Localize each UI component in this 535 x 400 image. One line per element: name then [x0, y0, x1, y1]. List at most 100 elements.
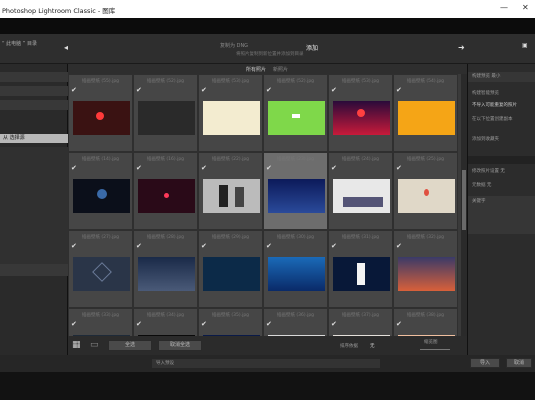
photo-thumbnail — [398, 101, 455, 135]
metadata-row[interactable]: 元数据 无 — [468, 182, 535, 191]
photo-cell[interactable]: 插画壁纸 (28).jpg ✔ — [133, 230, 198, 308]
uncheck-all-button[interactable]: 取消全选 — [158, 340, 202, 351]
build-previews-row[interactable]: 构建预览 最小 — [468, 72, 535, 82]
filmstrip — [0, 372, 535, 400]
panel-row[interactable] — [0, 72, 68, 82]
check-icon[interactable]: ✔ — [201, 320, 207, 328]
dont-import-duplicates-checkbox[interactable]: 不导入可能重复的照片 — [468, 102, 535, 110]
check-icon[interactable]: ✔ — [136, 86, 142, 94]
photo-cell[interactable]: 插画壁纸 (30).jpg ✔ — [263, 230, 328, 308]
photo-cell[interactable]: 插画壁纸 (53).jpg ✔ — [198, 74, 263, 152]
check-icon[interactable]: ✔ — [136, 242, 142, 250]
check-icon[interactable]: ✔ — [71, 242, 77, 250]
check-icon[interactable]: ✔ — [136, 320, 142, 328]
source-path[interactable]: “ 此电脑 ” 目录 — [2, 40, 37, 47]
copy-as-dng-option[interactable]: 复制为 DNG — [220, 42, 248, 49]
minimize-button[interactable]: — — [500, 3, 508, 12]
selected-source-folder[interactable]: 从 选择源 — [0, 134, 68, 143]
photo-cell[interactable]: 插画壁纸 (52).jpg ✔ — [263, 74, 328, 152]
photo-thumbnail — [398, 179, 455, 213]
photo-thumbnail — [333, 179, 390, 213]
panel-row[interactable] — [0, 100, 68, 110]
check-icon[interactable]: ✔ — [71, 320, 77, 328]
photo-cell[interactable]: 插画壁纸 (14).jpg ✔ — [68, 152, 133, 230]
menu-bar — [0, 18, 535, 34]
tab-all-photos[interactable]: 所有照片 — [246, 66, 266, 73]
check-icon[interactable]: ✔ — [331, 242, 337, 250]
check-icon[interactable]: ✔ — [331, 86, 337, 94]
photo-thumbnail — [333, 257, 390, 291]
check-icon[interactable]: ✔ — [266, 86, 272, 94]
import-action-subtitle: 将照片复制到新位置并添加到目录 — [236, 52, 304, 57]
photo-cell[interactable]: 插画壁纸 (31).jpg ✔ — [328, 230, 393, 308]
folder-tree[interactable] — [0, 147, 68, 267]
check-icon[interactable]: ✔ — [71, 164, 77, 172]
loupe-view-icon[interactable]: ▭ — [90, 340, 99, 350]
photo-cell[interactable]: 插画壁纸 (25).jpg ✔ — [393, 152, 458, 230]
make-copy-checkbox[interactable]: 在以下位置创建副本 — [468, 116, 535, 124]
check-icon[interactable]: ✔ — [331, 320, 337, 328]
scrollbar-thumb[interactable] — [462, 170, 466, 230]
grid-toolbar: ▦ ▭ 全选 取消全选 排序依据 无 缩览图 — [68, 336, 467, 356]
photo-cell[interactable]: 插画壁纸 (16).jpg ✔ — [133, 152, 198, 230]
keywords-field[interactable]: 关键字 — [468, 196, 535, 234]
photo-cell[interactable]: 插画壁纸 (53).jpg ✔ — [328, 74, 393, 152]
photo-thumbnail — [333, 101, 390, 135]
photo-cell[interactable]: 插画壁纸 (55).jpg ✔ — [68, 74, 133, 152]
check-icon[interactable]: ✔ — [396, 164, 402, 172]
grid-view-icon[interactable]: ▦ — [72, 340, 81, 350]
cancel-button[interactable]: 取消 — [506, 358, 532, 368]
photo-thumbnail — [268, 179, 325, 213]
check-icon[interactable]: ✔ — [266, 242, 272, 250]
photo-cell[interactable]: 插画壁纸 (29).jpg ✔ — [198, 230, 263, 308]
photo-thumbnail — [203, 179, 260, 213]
photo-thumbnail — [268, 257, 325, 291]
check-icon[interactable]: ✔ — [396, 86, 402, 94]
import-button[interactable]: 导入 — [470, 358, 500, 368]
close-window-button[interactable]: ✕ — [522, 3, 529, 12]
check-icon[interactable]: ✔ — [201, 164, 207, 172]
check-icon[interactable]: ✔ — [396, 242, 402, 250]
check-all-button[interactable]: 全选 — [108, 340, 152, 351]
add-to-collection-checkbox[interactable]: 添加到收藏夹 — [468, 136, 535, 144]
check-icon[interactable]: ✔ — [71, 86, 77, 94]
import-preset-field[interactable]: 导入预设 — [152, 359, 380, 368]
back-arrow-icon[interactable]: ◂ — [64, 43, 68, 52]
thumbnail-size-label: 缩览图 — [424, 340, 438, 345]
check-icon[interactable]: ✔ — [396, 320, 402, 328]
source-panel: 从 选择源 — [0, 64, 68, 362]
photo-cell[interactable]: 插画壁纸 (32).jpg ✔ — [393, 230, 458, 308]
photo-cell[interactable]: 插画壁纸 (24).jpg ✔ — [328, 152, 393, 230]
thumbnail-size-slider[interactable] — [420, 349, 450, 350]
photo-thumbnail — [398, 257, 455, 291]
photo-cell[interactable]: 插画壁纸 (54).jpg ✔ — [393, 74, 458, 152]
check-icon[interactable]: ✔ — [266, 320, 272, 328]
photo-cell[interactable]: 插画壁纸 (22).jpg ✔ — [198, 152, 263, 230]
photo-thumbnail — [73, 179, 130, 213]
photo-thumbnail — [203, 101, 260, 135]
photo-cell[interactable]: 插画壁纸 (23).jpg ✔ — [263, 152, 328, 230]
check-icon[interactable]: ✔ — [266, 164, 272, 172]
develop-settings-row[interactable]: 修改照片设置 无 — [468, 168, 535, 177]
check-icon[interactable]: ✔ — [201, 242, 207, 250]
photo-thumbnail — [203, 257, 260, 291]
forward-arrow-icon[interactable]: ➜ — [458, 43, 465, 52]
smart-preview-checkbox[interactable]: 构建智能预览 — [468, 90, 535, 98]
photo-thumbnail — [138, 179, 195, 213]
check-icon[interactable]: ✔ — [331, 164, 337, 172]
window-title: Photoshop Lightroom Classic - 图库 — [2, 7, 116, 15]
title-bar: Photoshop Lightroom Classic - 图库 — ✕ — [0, 0, 535, 18]
photo-grid-area: 所有照片 新照片 插画壁纸 (55).jpg ✔ 插画壁纸 (52).jpg ✔ 插… — [68, 64, 467, 362]
panel-row[interactable] — [0, 86, 68, 96]
check-icon[interactable]: ✔ — [201, 86, 207, 94]
check-icon[interactable]: ✔ — [136, 164, 142, 172]
photo-thumbnail — [73, 257, 130, 291]
dest-label[interactable]: ▣ — [522, 42, 528, 49]
photo-cell[interactable]: 插画壁纸 (52).jpg ✔ — [133, 74, 198, 152]
sort-select[interactable]: 无 — [370, 343, 375, 349]
photo-cell[interactable]: 插画壁纸 (27).jpg ✔ — [68, 230, 133, 308]
add-option[interactable]: 添加 — [306, 43, 318, 52]
panel-row[interactable] — [0, 264, 68, 276]
photo-thumbnail — [138, 101, 195, 135]
tab-new-photos[interactable]: 新照片 — [273, 66, 288, 73]
